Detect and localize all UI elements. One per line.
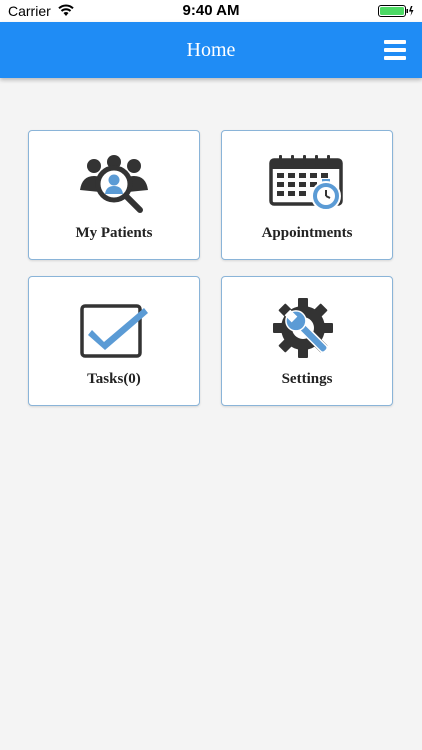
appointments-tile[interactable]: Appointments (221, 130, 393, 260)
tasks-tile[interactable]: Tasks(0) (28, 276, 200, 406)
gear-wrench-icon (273, 298, 333, 358)
tile-label-my-patients: My Patients (75, 225, 153, 241)
status-bar: Carrier 9:40 AM (0, 0, 422, 22)
tile-label-settings: Settings (281, 371, 333, 387)
patients-search-icon (80, 155, 148, 213)
page-title: Home (186, 39, 236, 61)
settings-tile[interactable]: Settings (221, 276, 393, 406)
my-patients-tile[interactable]: My Patients (28, 130, 200, 260)
tile-label-appointments: Appointments (261, 225, 353, 241)
hamburger-menu-icon[interactable] (384, 40, 406, 60)
tile-label-tasks: Tasks(0) (87, 371, 141, 387)
calendar-clock-icon (269, 155, 343, 211)
checkbox-icon (80, 304, 148, 358)
status-time: 9:40 AM (182, 2, 240, 19)
nav-bar: Home (0, 22, 422, 78)
battery-icon (378, 5, 414, 17)
